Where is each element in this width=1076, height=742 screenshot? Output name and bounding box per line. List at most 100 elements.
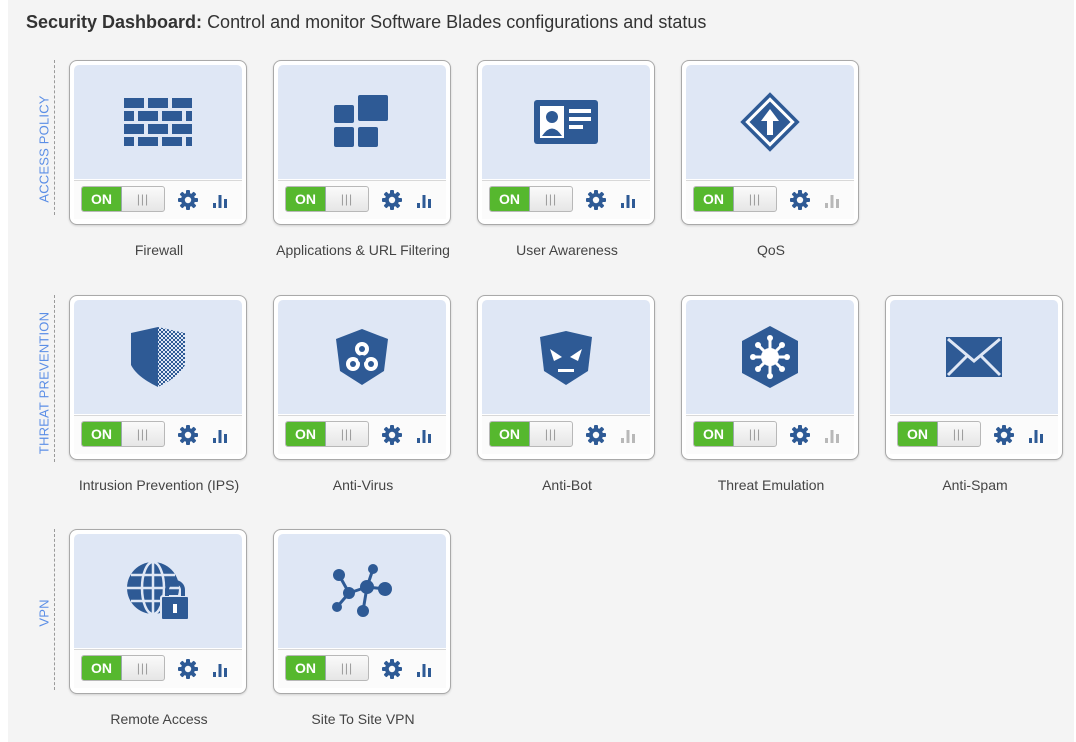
toggle-grip-icon: ||| xyxy=(544,427,558,441)
blade-card[interactable]: ON ||| xyxy=(273,60,451,225)
statistics-icon[interactable] xyxy=(212,427,228,443)
page-title: Security Dashboard: xyxy=(26,12,203,32)
section-divider xyxy=(54,295,55,462)
gear-icon[interactable] xyxy=(586,190,606,210)
blade-name[interactable]: QoS xyxy=(681,238,861,263)
blade-name[interactable]: Anti-Bot xyxy=(477,473,657,498)
blade-icon-area[interactable] xyxy=(74,300,242,414)
blade-icon-area[interactable] xyxy=(890,300,1058,414)
blade-site-to-site-vpn: ON ||| Site To Site VPN xyxy=(273,529,453,732)
toggle-state-label: ON xyxy=(898,422,938,446)
gear-icon[interactable] xyxy=(382,190,402,210)
blade-controls: ON ||| xyxy=(482,415,650,454)
gear-icon[interactable] xyxy=(178,190,198,210)
qos-icon xyxy=(737,89,803,155)
blade-threat-emulation: ON ||| Threat Emulation xyxy=(681,295,861,498)
blade-icon-area[interactable] xyxy=(278,65,446,179)
blade-name[interactable]: Firewall xyxy=(69,238,249,263)
statistics-icon[interactable] xyxy=(1028,427,1044,443)
on-off-toggle[interactable]: ON ||| xyxy=(693,186,777,212)
blade-controls: ON ||| xyxy=(686,180,854,219)
page-header: Security Dashboard: Control and monitor … xyxy=(26,12,706,33)
toggle-grip-icon: ||| xyxy=(136,661,150,675)
blade-icon-area[interactable] xyxy=(278,300,446,414)
blade-icon-area[interactable] xyxy=(74,65,242,179)
statistics-icon[interactable] xyxy=(416,427,432,443)
blade-name[interactable]: Remote Access xyxy=(69,707,249,732)
blade-card[interactable]: ON ||| xyxy=(681,295,859,460)
blade-card[interactable]: ON ||| xyxy=(885,295,1063,460)
statistics-icon[interactable] xyxy=(212,661,228,677)
blade-user-awareness: ON ||| User Awareness xyxy=(477,60,657,263)
toggle-grip-icon: ||| xyxy=(136,427,150,441)
toggle-state-label: ON xyxy=(694,422,734,446)
statistics-icon xyxy=(824,427,840,443)
toggle-grip-icon: ||| xyxy=(340,661,354,675)
on-off-toggle[interactable]: ON ||| xyxy=(81,655,165,681)
blade-controls: ON ||| xyxy=(686,415,854,454)
statistics-icon[interactable] xyxy=(416,661,432,677)
gear-icon[interactable] xyxy=(178,425,198,445)
statistics-icon[interactable] xyxy=(416,192,432,208)
blade-name[interactable]: Threat Emulation xyxy=(681,473,861,498)
blade-icon-area[interactable] xyxy=(482,300,650,414)
blade-name[interactable]: Applications & URL Filtering xyxy=(273,238,453,263)
blade-controls: ON ||| xyxy=(278,180,446,219)
blade-controls: ON ||| xyxy=(278,415,446,454)
gear-icon[interactable] xyxy=(178,659,198,679)
blade-icon-area[interactable] xyxy=(482,65,650,179)
on-off-toggle[interactable]: ON ||| xyxy=(285,421,369,447)
on-off-toggle[interactable]: ON ||| xyxy=(489,186,573,212)
envelope-icon xyxy=(946,337,1002,377)
toggle-grip-icon: ||| xyxy=(748,192,762,206)
on-off-toggle[interactable]: ON ||| xyxy=(693,421,777,447)
toggle-state-label: ON xyxy=(694,187,734,211)
gear-icon[interactable] xyxy=(382,425,402,445)
gear-icon[interactable] xyxy=(790,425,810,445)
toggle-state-label: ON xyxy=(82,656,122,680)
toggle-state-label: ON xyxy=(490,422,530,446)
on-off-toggle[interactable]: ON ||| xyxy=(285,186,369,212)
blade-name[interactable]: Intrusion Prevention (IPS) xyxy=(69,473,249,498)
user-card-icon xyxy=(533,99,599,145)
gear-icon[interactable] xyxy=(790,190,810,210)
blade-card[interactable]: ON ||| xyxy=(69,529,247,694)
blade-name[interactable]: Anti-Spam xyxy=(885,473,1065,498)
toggle-grip-icon: ||| xyxy=(340,427,354,441)
section-label-vpn: VPN xyxy=(36,599,52,627)
blade-card[interactable]: ON ||| xyxy=(477,60,655,225)
on-off-toggle[interactable]: ON ||| xyxy=(897,421,981,447)
on-off-toggle[interactable]: ON ||| xyxy=(81,186,165,212)
blade-name[interactable]: Anti-Virus xyxy=(273,473,453,498)
on-off-toggle[interactable]: ON ||| xyxy=(489,421,573,447)
gear-icon[interactable] xyxy=(994,425,1014,445)
blade-name[interactable]: Site To Site VPN xyxy=(273,707,453,732)
toggle-state-label: ON xyxy=(286,187,326,211)
blade-card[interactable]: ON ||| xyxy=(273,295,451,460)
blade-qos: ON ||| QoS xyxy=(681,60,861,263)
statistics-icon[interactable] xyxy=(212,192,228,208)
blade-controls: ON ||| xyxy=(890,415,1058,454)
gear-icon[interactable] xyxy=(586,425,606,445)
blade-card[interactable]: ON ||| xyxy=(477,295,655,460)
blade-card[interactable]: ON ||| xyxy=(69,295,247,460)
blade-card[interactable]: ON ||| xyxy=(681,60,859,225)
blade-card[interactable]: ON ||| xyxy=(69,60,247,225)
blade-icon-area[interactable] xyxy=(686,65,854,179)
statistics-icon[interactable] xyxy=(620,192,636,208)
gear-icon[interactable] xyxy=(382,659,402,679)
on-off-toggle[interactable]: ON ||| xyxy=(285,655,369,681)
toggle-grip-icon: ||| xyxy=(340,192,354,206)
blade-anti-bot: ON ||| Anti-Bot xyxy=(477,295,657,498)
blade-icon-area[interactable] xyxy=(74,534,242,648)
page-subtitle: Control and monitor Software Blades conf… xyxy=(207,12,707,32)
blade-firewall: ON ||| Firewall xyxy=(69,60,249,263)
blade-card[interactable]: ON ||| xyxy=(273,529,451,694)
shield-icon xyxy=(127,325,189,389)
blade-icon-area[interactable] xyxy=(686,300,854,414)
on-off-toggle[interactable]: ON ||| xyxy=(81,421,165,447)
blade-anti-virus: ON ||| Anti-Virus xyxy=(273,295,453,498)
blade-icon-area[interactable] xyxy=(278,534,446,648)
blade-name[interactable]: User Awareness xyxy=(477,238,657,263)
blade-controls: ON ||| xyxy=(74,180,242,219)
